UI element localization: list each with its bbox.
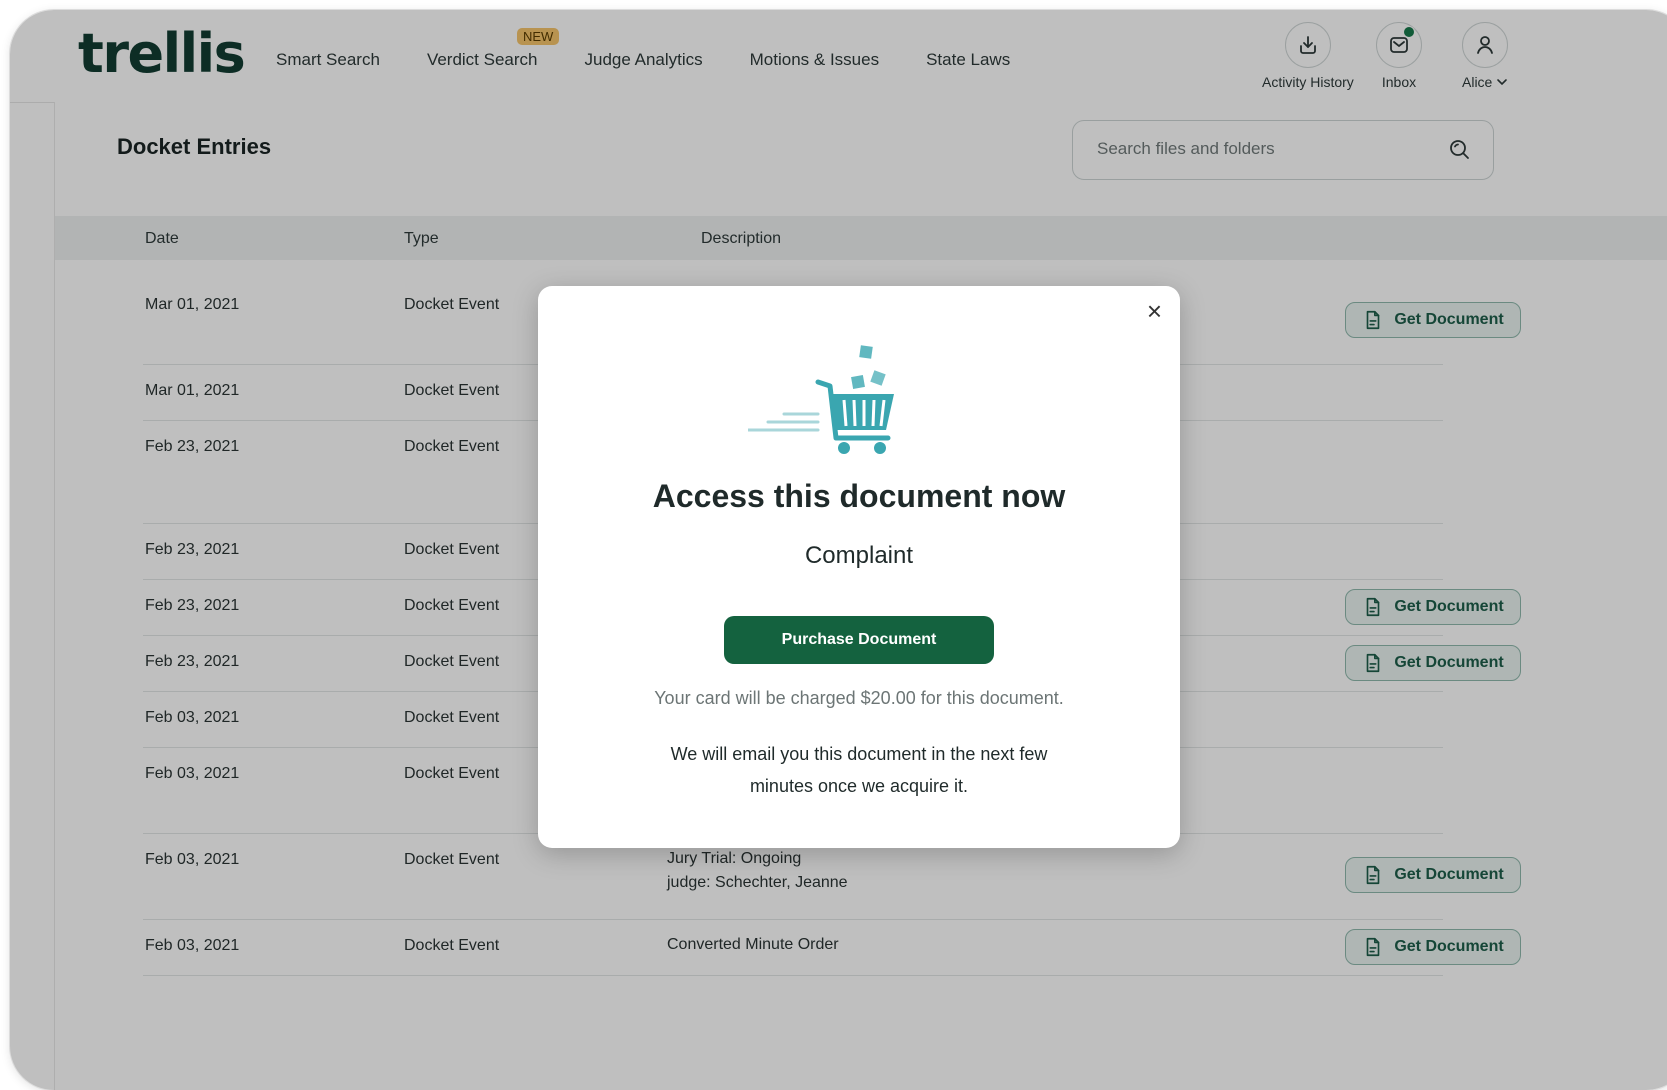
app-window: trellis Smart Search Verdict Search NEW … — [10, 10, 1667, 1090]
charge-notice: Your card will be charged $20.00 for thi… — [654, 688, 1064, 708]
shopping-cart-icon — [746, 342, 908, 467]
modal-title: Access this document now — [652, 478, 1066, 514]
email-notice: We will email you this document in the n… — [670, 744, 1048, 796]
close-icon[interactable]: × — [1147, 298, 1162, 324]
modal-document-name: Complaint — [804, 542, 914, 569]
purchase-document-button[interactable]: Purchase Document — [724, 616, 994, 664]
purchase-document-modal: × Access this document now Complaint Pur… — [538, 286, 1180, 848]
